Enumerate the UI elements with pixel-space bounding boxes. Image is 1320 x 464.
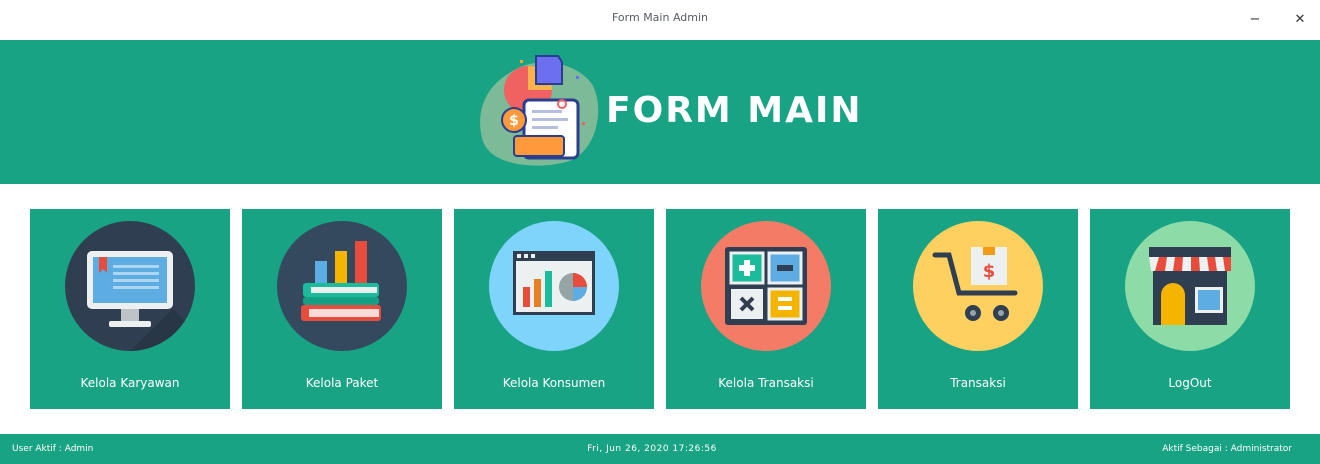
shopping-cart-icon: $ (913, 221, 1043, 351)
svg-text:$: $ (983, 261, 996, 282)
window-titlebar: Form Main Admin − ✕ (0, 0, 1320, 40)
calculator-icon (701, 221, 831, 351)
minimize-button[interactable]: − (1243, 8, 1267, 32)
menu-item-label: Transaksi (950, 376, 1006, 390)
menu-item-transaksi[interactable]: $ Transaksi (878, 209, 1078, 409)
menu-item-kelola-karyawan[interactable]: Kelola Karyawan (30, 209, 230, 409)
svg-text:$: $ (509, 113, 519, 129)
close-button[interactable]: ✕ (1288, 8, 1312, 32)
monitor-icon (65, 221, 195, 351)
menu-item-kelola-konsumen[interactable]: Kelola Konsumen (454, 209, 654, 409)
status-role: Aktif Sebagai : Administrator (1162, 444, 1292, 454)
status-datetime: Fri, Jun 26, 2020 17:26:56 (587, 444, 717, 454)
menu-item-label: LogOut (1168, 376, 1212, 390)
menu-item-kelola-paket[interactable]: Kelola Paket (242, 209, 442, 409)
main-menu: Kelola Karyawan Kelola Paket Kelola Kons… (0, 209, 1320, 409)
invoice-document-icon: $ (480, 55, 599, 166)
books-chart-icon (277, 221, 407, 351)
menu-item-kelola-transaksi[interactable]: Kelola Transaksi (666, 209, 866, 409)
menu-item-label: Kelola Konsumen (502, 376, 606, 390)
header-banner: $ FORM MAIN (0, 40, 1320, 184)
menu-item-label: Kelola Transaksi (718, 376, 814, 390)
window-title: Form Main Admin (611, 11, 709, 24)
menu-item-label: Kelola Karyawan (80, 376, 180, 390)
menu-item-label: Kelola Paket (305, 376, 379, 390)
page-title: FORM MAIN (606, 90, 863, 131)
store-icon (1125, 221, 1255, 351)
status-bar: User Aktif : Admin Fri, Jun 26, 2020 17:… (0, 434, 1320, 464)
analytics-window-icon (489, 221, 619, 351)
menu-item-logout[interactable]: LogOut (1090, 209, 1290, 409)
